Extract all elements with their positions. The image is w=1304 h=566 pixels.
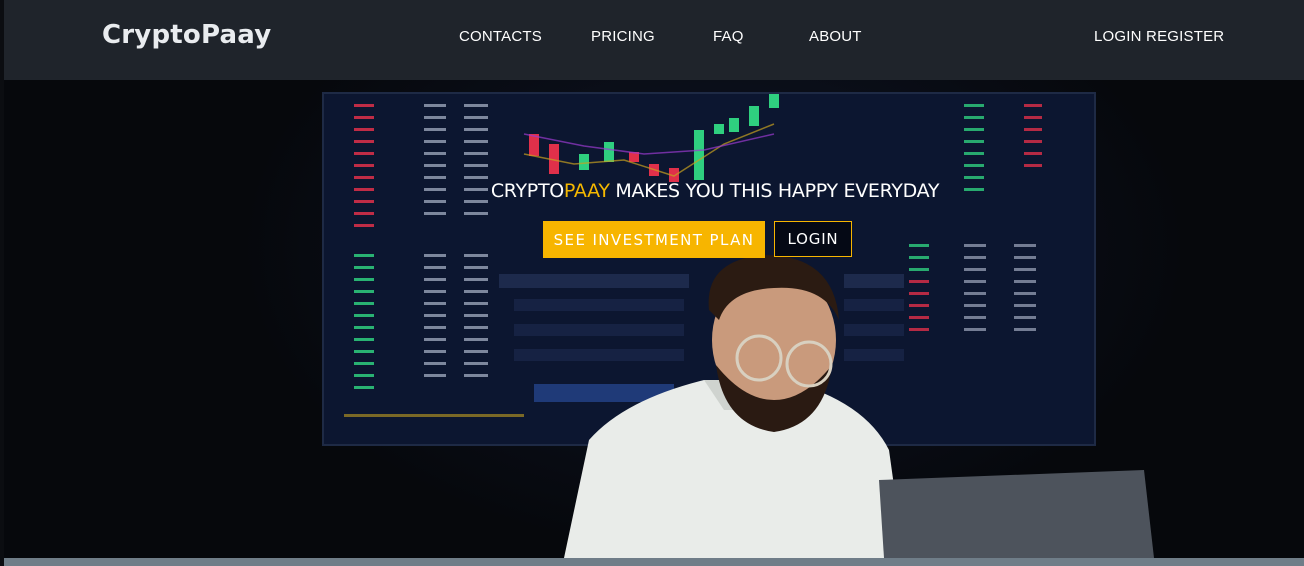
top-navbar: CryptoPaay CONTACTS PRICING FAQ ABOUT LO… bbox=[4, 0, 1304, 80]
nav-contacts[interactable]: CONTACTS bbox=[459, 28, 542, 45]
headline-suffix: MAKES YOU THIS HAPPY EVERYDAY bbox=[609, 180, 940, 202]
hero-login-button[interactable]: LOGIN bbox=[774, 221, 852, 257]
bottom-strip bbox=[4, 558, 1304, 566]
nav-pricing[interactable]: PRICING bbox=[591, 28, 655, 45]
nav-login-register[interactable]: LOGIN REGISTER bbox=[1094, 28, 1224, 45]
hero-section: CRYPTOPAAY MAKES YOU THIS HAPPY EVERYDAY… bbox=[4, 80, 1304, 558]
nav-about[interactable]: ABOUT bbox=[809, 28, 862, 45]
nav-faq[interactable]: FAQ bbox=[713, 28, 744, 45]
headline-prefix: CRYPTO bbox=[490, 180, 564, 202]
trader-person-illustration bbox=[564, 255, 1154, 558]
hero-headline: CRYPTOPAAY MAKES YOU THIS HAPPY EVERYDAY bbox=[4, 180, 1304, 202]
brand-logo[interactable]: CryptoPaay bbox=[102, 20, 271, 50]
headline-accent: PAAY bbox=[563, 180, 610, 202]
see-investment-plan-button[interactable]: SEE INVESTMENT PLAN bbox=[543, 221, 765, 258]
